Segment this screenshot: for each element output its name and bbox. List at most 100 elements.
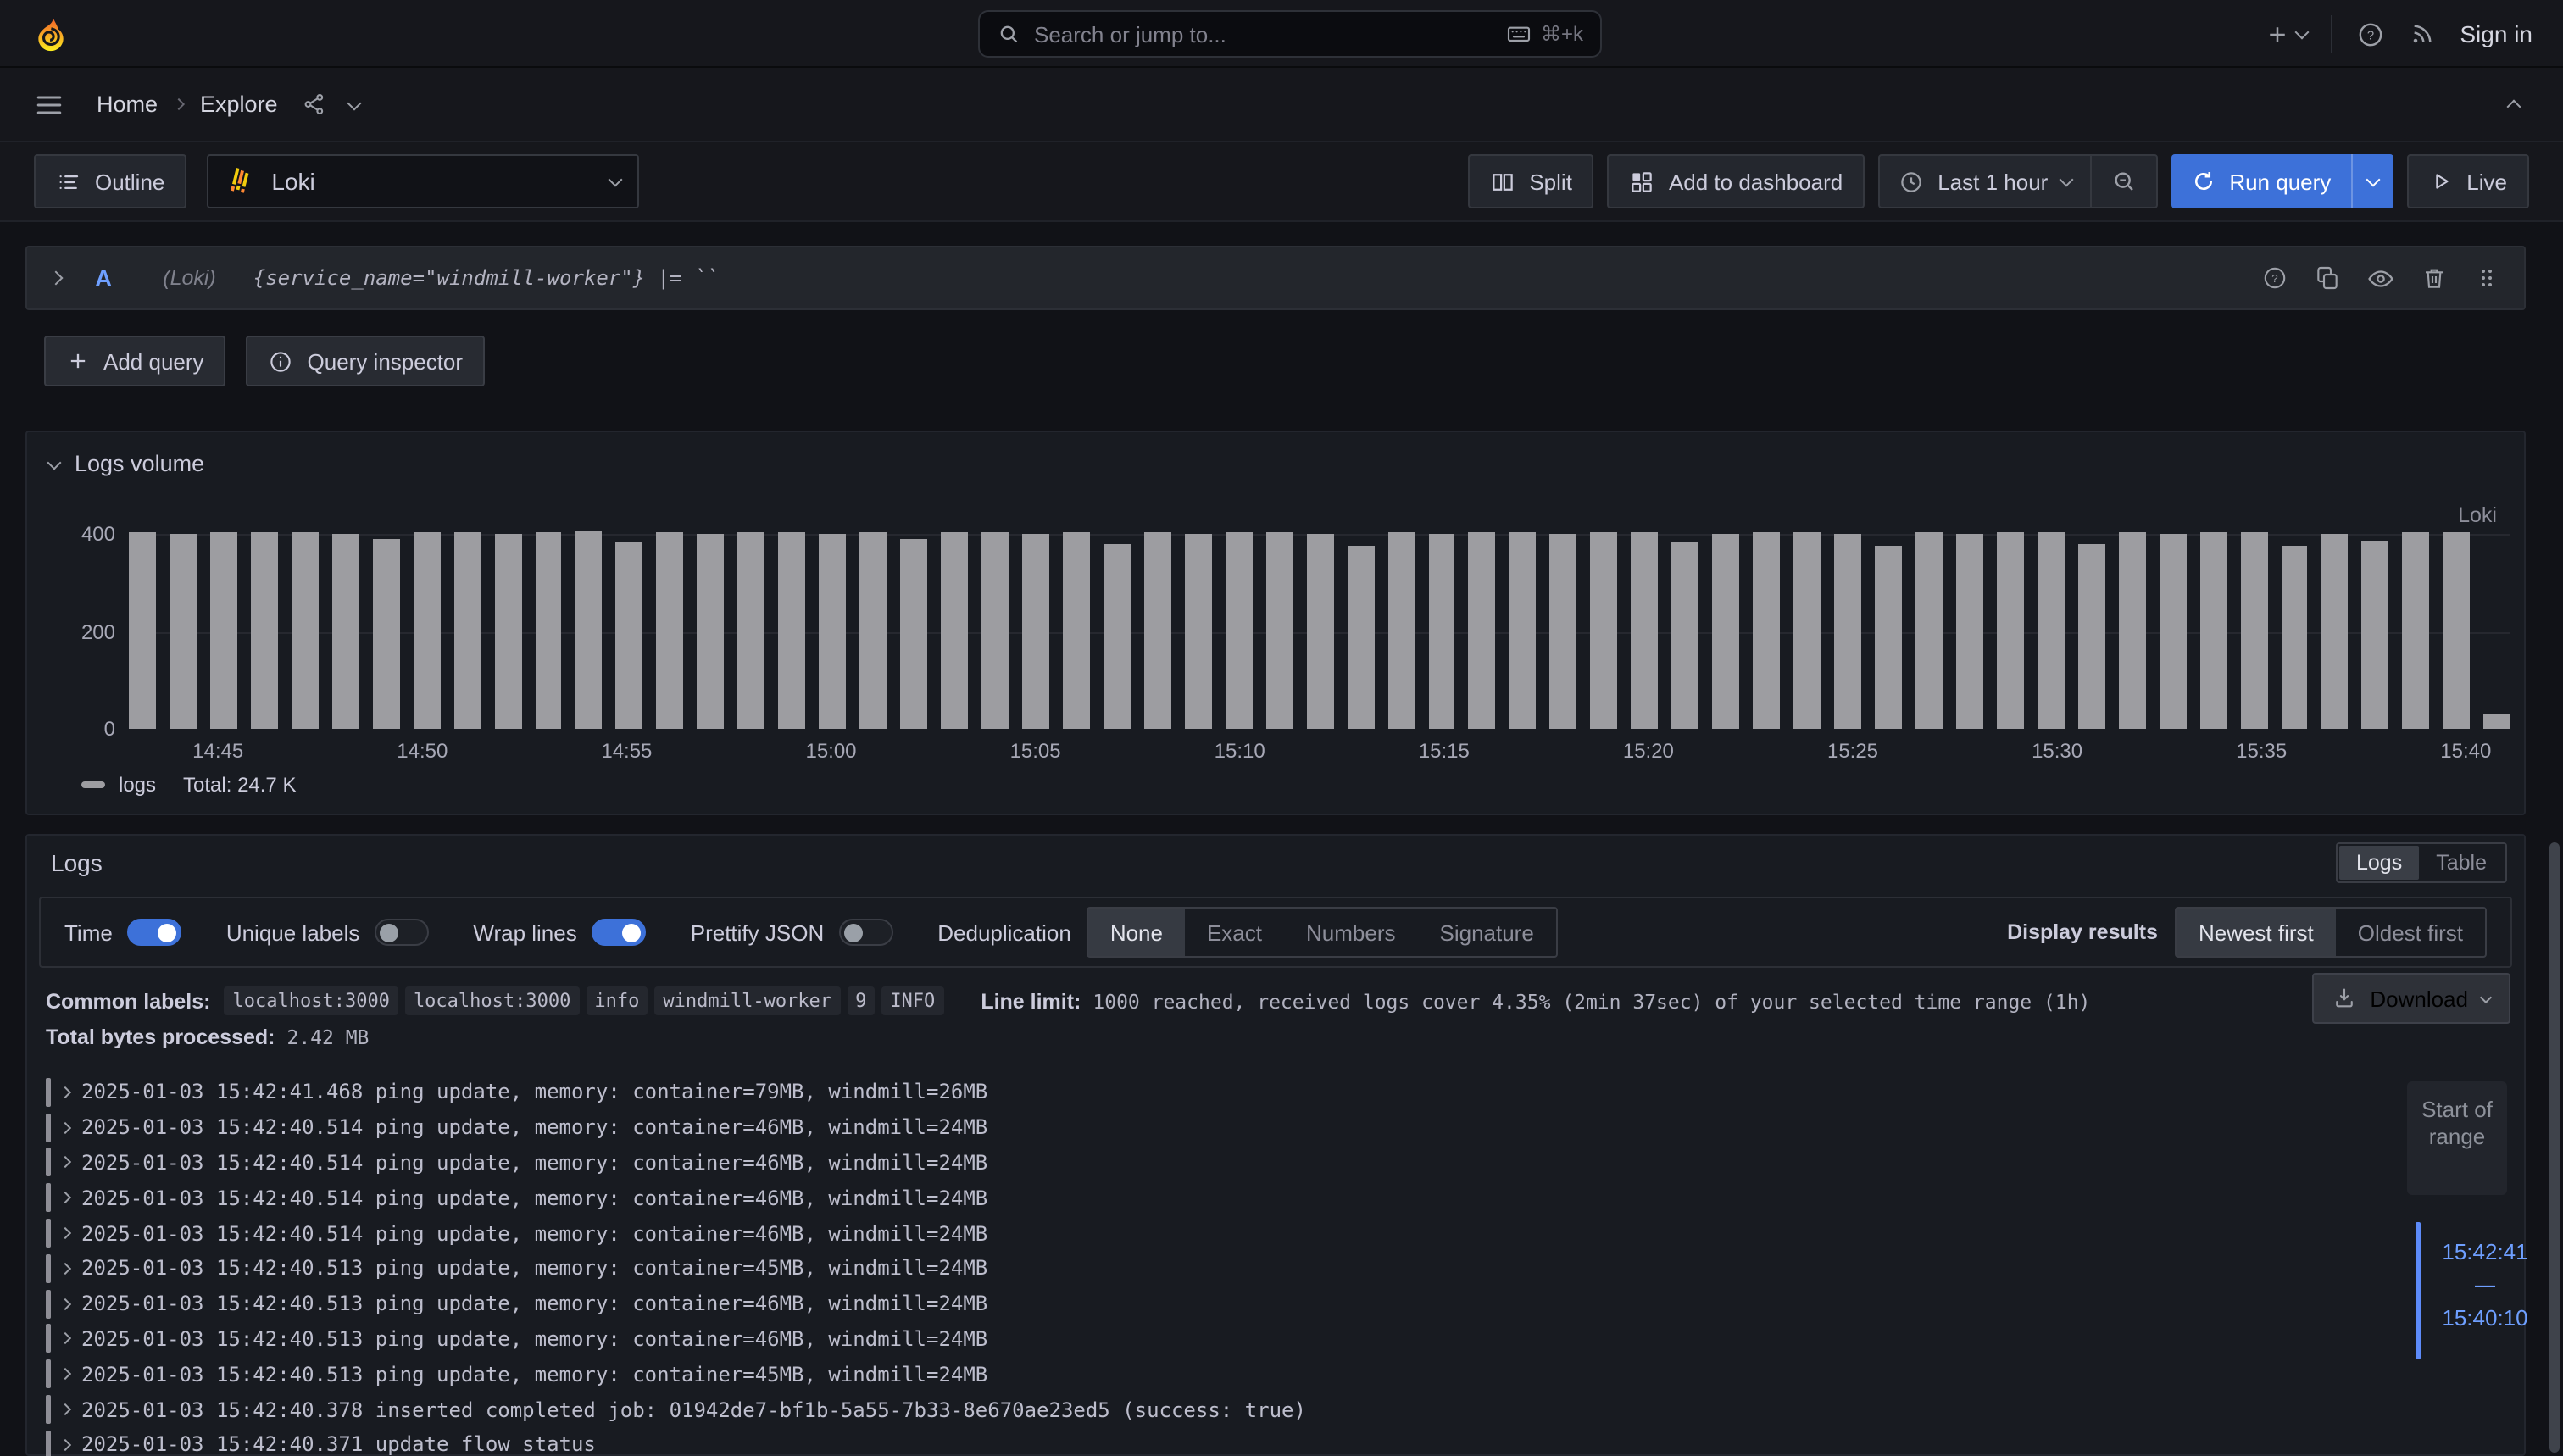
query-ref-id[interactable]: A (95, 264, 112, 292)
deduplication-segments: NoneExactNumbersSignature (1087, 907, 1558, 958)
volume-bar (941, 532, 968, 729)
run-query-button[interactable]: Run query (2171, 154, 2351, 208)
drag-handle-icon[interactable] (2473, 264, 2500, 292)
run-query-options-button[interactable] (2351, 154, 2393, 208)
grafana-logo-icon[interactable] (32, 15, 69, 53)
page-scrollbar-thumb[interactable] (2549, 842, 2560, 1453)
news-rss-button[interactable] (2409, 20, 2436, 47)
share-shortcut-button[interactable] (302, 92, 327, 117)
query-expression[interactable]: {service_name="windmill-worker"} |= `` (253, 266, 2261, 290)
run-query-chevron-icon (2366, 173, 2381, 187)
view-option-logs[interactable]: Logs (2339, 846, 2419, 880)
svg-text:?: ? (2271, 272, 2277, 285)
expand-log-row-icon[interactable] (59, 1263, 71, 1275)
download-button[interactable]: Download (2312, 973, 2510, 1024)
toggle-knob (158, 923, 177, 942)
volume-bar (535, 532, 562, 729)
log-row[interactable]: 2025-01-03 15:42:40.513 ping update, mem… (46, 1287, 2371, 1322)
volume-bar (1875, 546, 1902, 729)
add-to-dashboard-button[interactable]: Add to dashboard (1608, 154, 1865, 208)
toggle-switch-prettify-json[interactable] (839, 919, 893, 946)
log-level-indicator (46, 1289, 51, 1318)
legend-series-name[interactable]: logs (119, 773, 156, 797)
display-option-oldest-first[interactable]: Oldest first (2336, 909, 2485, 956)
dedup-option-signature[interactable]: Signature (1418, 909, 1556, 956)
expand-log-row-icon[interactable] (59, 1403, 71, 1415)
breadcrumb-actions-chevron[interactable] (347, 96, 361, 110)
log-row[interactable]: 2025-01-03 15:42:40.514 ping update, mem… (46, 1110, 2371, 1146)
collapse-toolbar-icon[interactable] (2507, 99, 2521, 114)
expand-log-row-icon[interactable] (59, 1121, 71, 1133)
log-level-indicator (46, 1148, 51, 1177)
log-row[interactable]: 2025-01-03 15:42:41.468 ping update, mem… (46, 1075, 2371, 1110)
breadcrumb-explore[interactable]: Explore (200, 92, 278, 117)
volume-bar (1915, 532, 1943, 729)
time-range-button[interactable]: Last 1 hour (1880, 156, 2090, 207)
breadcrumb-home[interactable]: Home (97, 92, 158, 117)
split-button[interactable]: Split (1468, 154, 1594, 208)
breadcrumb-separator-icon (173, 98, 185, 110)
log-row[interactable]: 2025-01-03 15:42:40.513 ping update, mem… (46, 1321, 2371, 1357)
download-chevron-icon (2480, 991, 2492, 1003)
logs-meta-row: Common labels: localhost:3000localhost:3… (46, 986, 2090, 1015)
common-label-badge: 9 (847, 986, 875, 1015)
expand-query-icon[interactable] (49, 271, 64, 286)
outline-button[interactable]: Outline (34, 154, 186, 208)
add-query-button[interactable]: Add query (44, 336, 226, 386)
expand-log-row-icon[interactable] (59, 1368, 71, 1380)
volume-bar (2240, 532, 2267, 729)
line-limit-value: 1000 reached, received logs cover 4.35% … (1092, 989, 2090, 1013)
help-button[interactable]: ? (2356, 19, 2385, 48)
expand-log-row-icon[interactable] (59, 1227, 71, 1239)
explore-toolbar: Outline Loki Split Add to (0, 142, 2563, 222)
zoom-out-icon (2110, 168, 2138, 195)
log-row[interactable]: 2025-01-03 15:42:40.514 ping update, mem… (46, 1181, 2371, 1216)
volume-bar (1591, 532, 1618, 729)
play-icon (2429, 169, 2453, 193)
search-shortcut: ⌘+k (1505, 20, 1583, 47)
new-menu-button[interactable] (2265, 21, 2307, 47)
toggle-visibility-eye-icon[interactable] (2366, 264, 2395, 292)
toggle-switch-wrap-lines[interactable] (592, 919, 647, 946)
zoom-out-time-button[interactable] (2090, 156, 2156, 207)
volume-bar (2484, 714, 2511, 729)
volume-bar (494, 534, 521, 729)
delete-query-trash-icon[interactable] (2421, 264, 2448, 292)
dedup-option-none[interactable]: None (1088, 909, 1185, 956)
log-row[interactable]: 2025-01-03 15:42:40.378 inserted complet… (46, 1392, 2371, 1427)
logs-volume-panel: Logs volume Loki 0200400 14:4514:5014:55… (25, 431, 2526, 815)
expand-log-row-icon[interactable] (59, 1086, 71, 1098)
duplicate-query-icon[interactable] (2314, 264, 2341, 292)
search-input[interactable]: Search or jump to... ⌘+k (978, 10, 1602, 58)
volume-bar (2362, 541, 2389, 729)
toggle-switch-time[interactable] (128, 919, 182, 946)
query-inspector-button[interactable]: Query inspector (247, 336, 486, 386)
log-row[interactable]: 2025-01-03 15:42:40.371 update flow stat… (46, 1427, 2371, 1456)
expand-log-row-icon[interactable] (59, 1439, 71, 1451)
outline-icon (56, 169, 81, 194)
log-row[interactable]: 2025-01-03 15:42:40.513 ping update, mem… (46, 1251, 2371, 1287)
live-button[interactable]: Live (2407, 154, 2529, 208)
mega-menu-toggle[interactable] (34, 89, 64, 119)
log-row[interactable]: 2025-01-03 15:42:40.513 ping update, mem… (46, 1357, 2371, 1392)
volume-bar (657, 532, 684, 729)
expand-log-row-icon[interactable] (59, 1298, 71, 1309)
volume-bar (170, 534, 197, 729)
dedup-option-exact[interactable]: Exact (1185, 909, 1284, 956)
display-option-newest-first[interactable]: Newest first (2177, 909, 2336, 956)
log-row[interactable]: 2025-01-03 15:42:40.514 ping update, mem… (46, 1215, 2371, 1251)
query-help-icon[interactable]: ? (2261, 264, 2288, 292)
datasource-picker[interactable]: Loki (207, 154, 639, 208)
start-of-range-button[interactable]: Start of range (2407, 1081, 2507, 1195)
sign-in-link[interactable]: Sign in (2460, 20, 2532, 47)
dedup-option-numbers[interactable]: Numbers (1284, 909, 1418, 956)
toggle-switch-unique-labels[interactable] (375, 919, 429, 946)
display-results-label: Display results (2007, 920, 2158, 944)
view-option-table[interactable]: Table (2419, 846, 2504, 880)
logs-volume-header[interactable]: Logs volume (49, 451, 204, 476)
expand-log-row-icon[interactable] (59, 1192, 71, 1203)
toggle-group-time: Time (64, 919, 182, 946)
expand-log-row-icon[interactable] (59, 1333, 71, 1345)
log-row[interactable]: 2025-01-03 15:42:40.514 ping update, mem… (46, 1145, 2371, 1181)
expand-log-row-icon[interactable] (59, 1157, 71, 1169)
